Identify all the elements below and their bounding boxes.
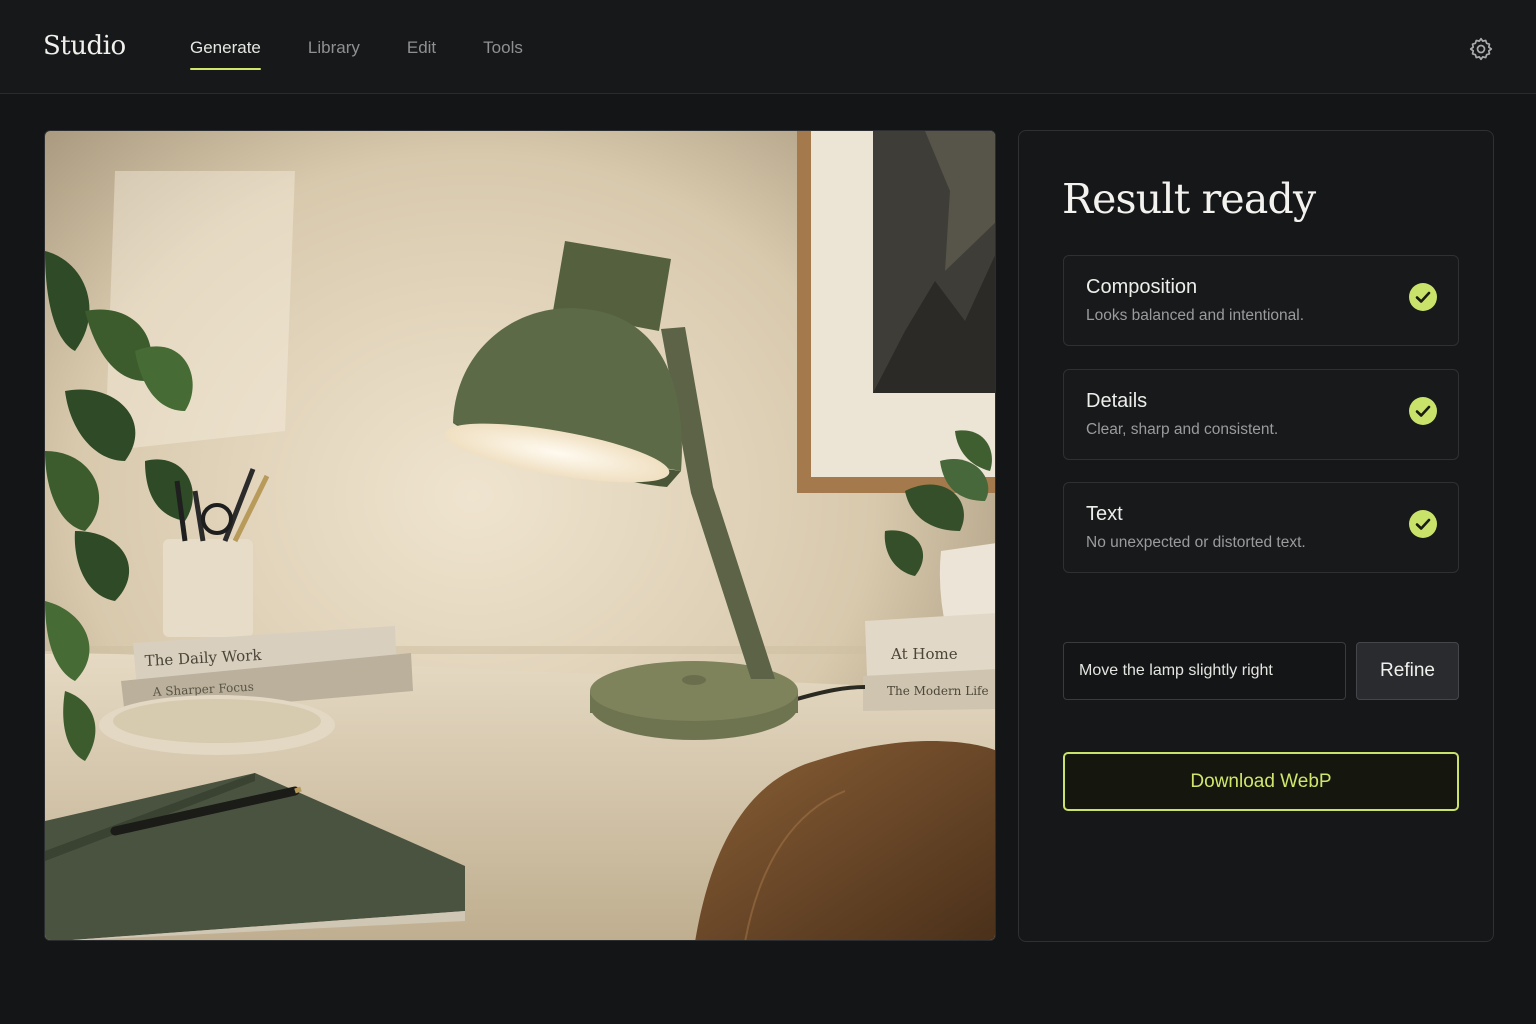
check-title: Details [1086, 390, 1148, 412]
brand-logo: Studio [43, 31, 126, 61]
top-bar: Studio Generate Library Edit Tools [0, 0, 1536, 94]
nav-tab-tools[interactable]: Tools [483, 38, 523, 70]
check-title: Text [1086, 503, 1123, 525]
book-title-at-home: At Home [890, 645, 958, 663]
check-card-details: Details Clear, sharp and consistent. [1063, 369, 1459, 460]
check-description: Clear, sharp and consistent. [1086, 421, 1279, 438]
refine-prompt-input[interactable] [1063, 642, 1346, 700]
check-card-text: Text No unexpected or distorted text. [1063, 482, 1459, 573]
book-title-modern-life: The Modern Life [887, 684, 989, 698]
panel-title: Result ready [1062, 175, 1316, 223]
check-circle-icon [1409, 397, 1437, 425]
result-panel: Result ready Composition Looks balanced … [1018, 130, 1494, 942]
check-circle-icon [1409, 283, 1437, 311]
nav-tab-generate[interactable]: Generate [190, 38, 261, 70]
check-card-composition: Composition Looks balanced and intention… [1063, 255, 1459, 346]
check-description: Looks balanced and intentional. [1086, 307, 1305, 324]
gear-icon[interactable] [1468, 36, 1494, 62]
main-nav: Generate Library Edit Tools [190, 38, 570, 70]
desk-lamp-scene: The Daily Work A Sharper Focus At Home T… [45, 131, 995, 940]
check-description: No unexpected or distorted text. [1086, 534, 1306, 551]
download-webp-button[interactable]: Download WebP [1063, 752, 1459, 811]
refine-button[interactable]: Refine [1356, 642, 1459, 700]
check-title: Composition [1086, 276, 1198, 298]
generated-image[interactable]: The Daily Work A Sharper Focus At Home T… [44, 130, 996, 941]
nav-tab-edit[interactable]: Edit [407, 38, 436, 70]
nav-tab-library[interactable]: Library [308, 38, 360, 70]
check-circle-icon [1409, 510, 1437, 538]
